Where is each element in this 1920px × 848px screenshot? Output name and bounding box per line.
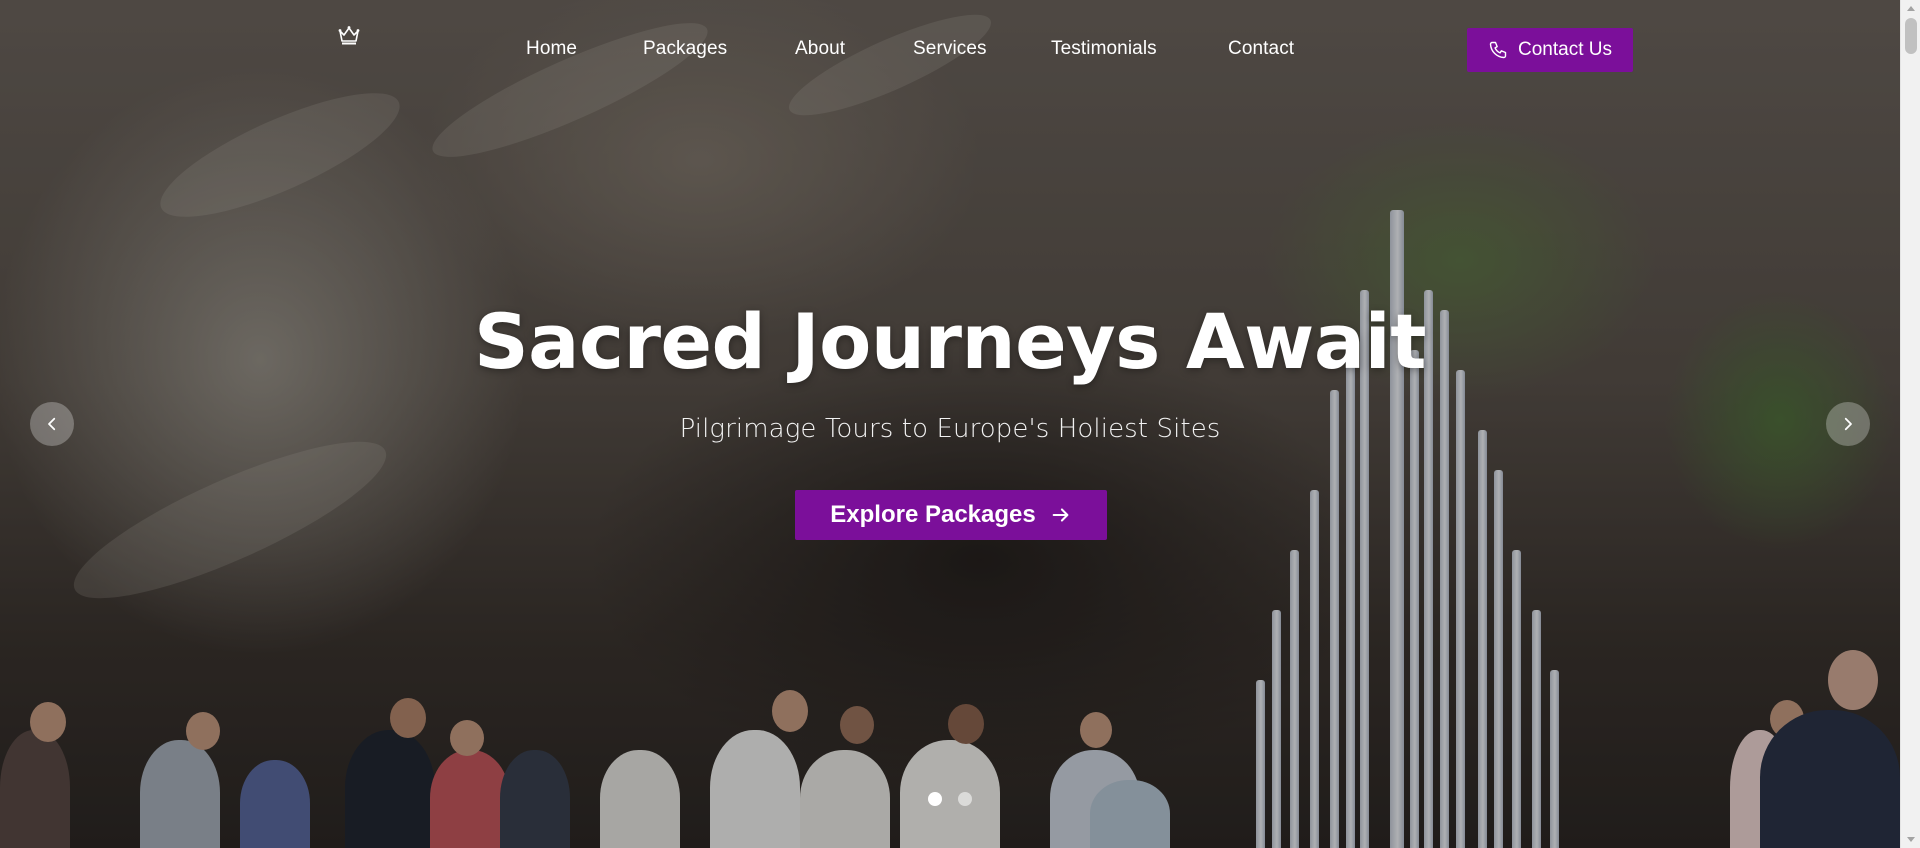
- page-viewport: Home Packages About Services Testimonial…: [0, 0, 1900, 848]
- scrollbar-thumb[interactable]: [1905, 18, 1917, 54]
- nav-link-contact[interactable]: Contact: [1228, 38, 1294, 60]
- nav-link-services[interactable]: Services: [913, 38, 987, 60]
- carousel-dot-2[interactable]: [958, 792, 972, 806]
- crown-icon: [338, 26, 360, 45]
- hero-subtitle: Pilgrimage Tours to Europe's Holiest Sit…: [679, 414, 1221, 444]
- chevron-left-icon: [48, 417, 56, 431]
- top-navigation: Home Packages About Services Testimonial…: [0, 0, 1900, 100]
- chevron-right-icon: [1844, 417, 1852, 431]
- arrow-right-icon: [1052, 508, 1069, 522]
- contact-us-button[interactable]: Contact Us: [1467, 28, 1633, 72]
- explore-packages-button[interactable]: Explore Packages: [795, 490, 1107, 540]
- page-scrollbar[interactable]: [1900, 0, 1920, 848]
- carousel-dot-1[interactable]: [928, 792, 942, 806]
- nav-link-about[interactable]: About: [795, 38, 845, 60]
- contact-us-label: Contact Us: [1518, 39, 1612, 60]
- carousel-next-button[interactable]: [1826, 402, 1870, 446]
- carousel-prev-button[interactable]: [30, 402, 74, 446]
- scroll-down-arrow[interactable]: [1901, 832, 1920, 848]
- scroll-up-arrow[interactable]: [1901, 0, 1920, 16]
- nav-link-home[interactable]: Home: [526, 38, 577, 60]
- site-logo[interactable]: [336, 22, 362, 48]
- hero-title: Sacred Journeys Await: [473, 297, 1427, 386]
- explore-packages-label: Explore Packages: [830, 501, 1036, 528]
- nav-link-testimonials[interactable]: Testimonials: [1051, 38, 1157, 60]
- phone-icon: [1489, 41, 1507, 59]
- nav-link-packages[interactable]: Packages: [643, 38, 727, 60]
